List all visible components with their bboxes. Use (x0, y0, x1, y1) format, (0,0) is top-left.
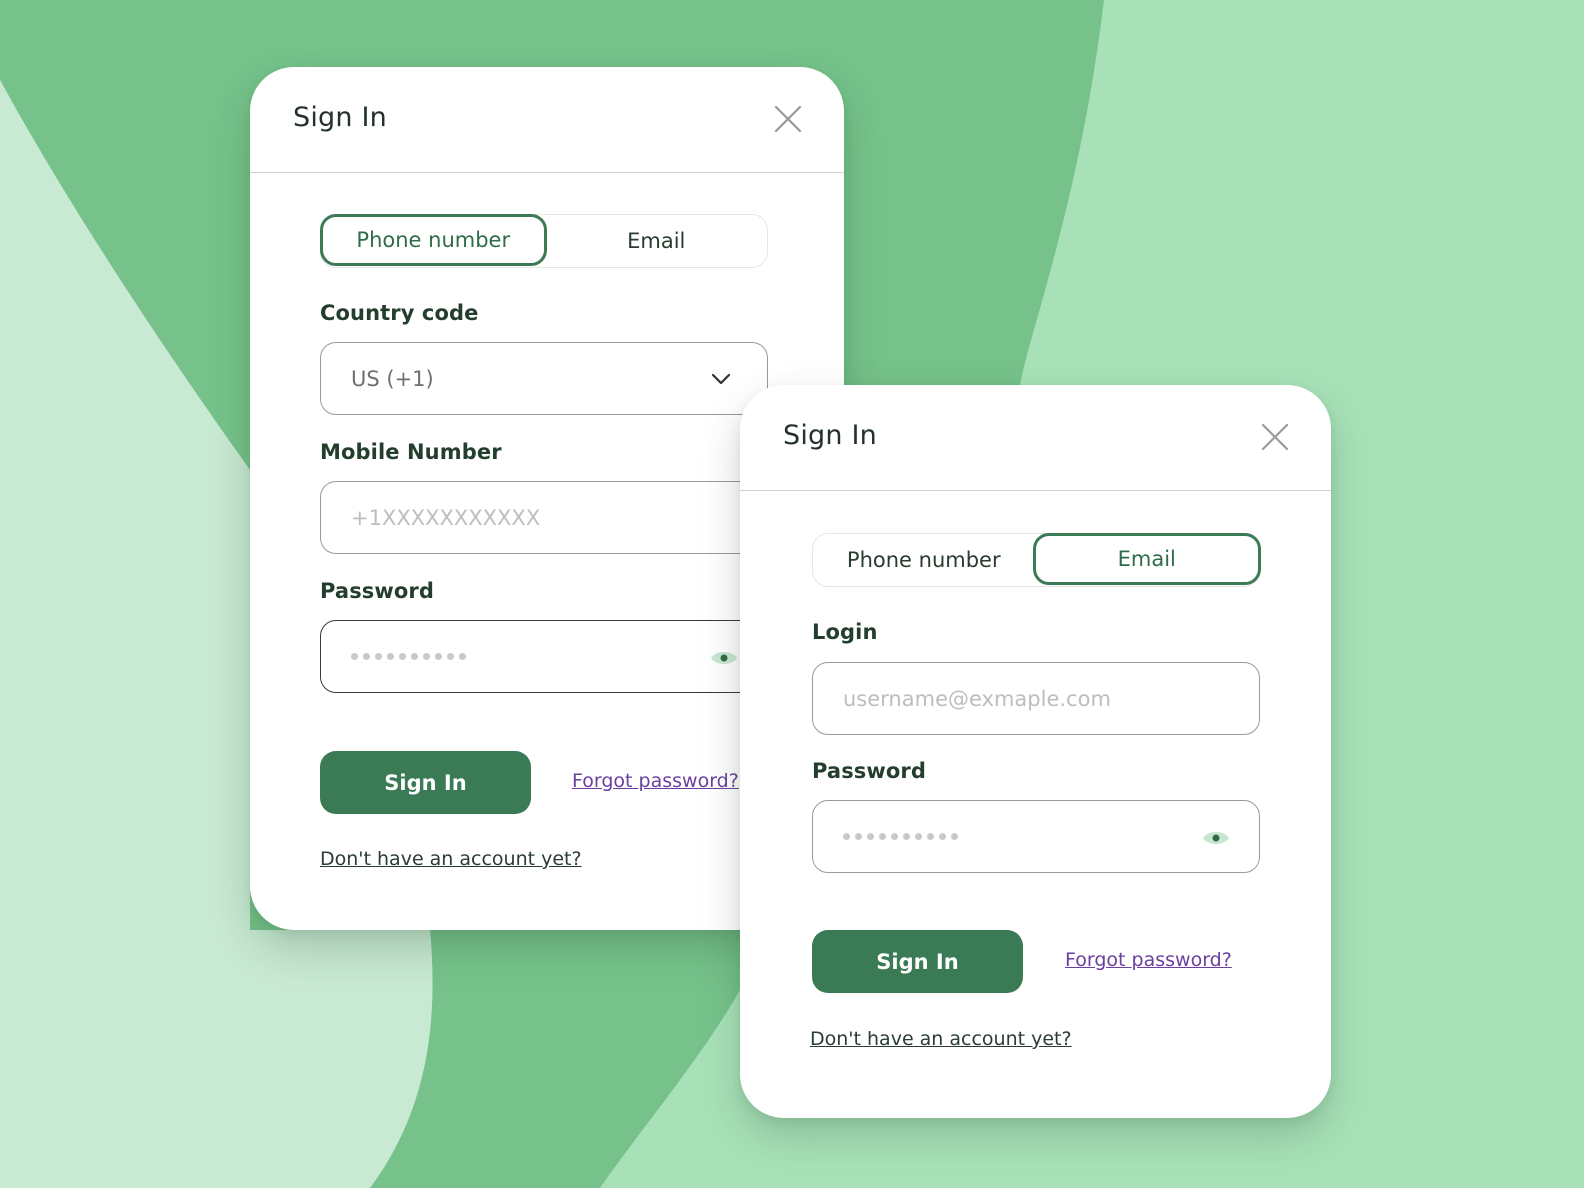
card-header: Sign In (740, 385, 1331, 491)
login-placeholder: username@exmaple.com (843, 686, 1111, 711)
sign-in-card-email: Sign In Phone number Email Login usernam… (740, 385, 1331, 1118)
close-icon[interactable] (1259, 421, 1291, 453)
forgot-password-link[interactable]: Forgot password? (1065, 949, 1232, 971)
eye-icon[interactable] (709, 643, 739, 673)
password-mask (843, 833, 958, 840)
country-code-select[interactable]: US (+1) (320, 342, 768, 415)
password-input[interactable] (812, 800, 1260, 873)
tab-email[interactable]: Email (546, 215, 768, 267)
password-mask (351, 653, 466, 660)
password-label: Password (320, 579, 435, 603)
card-title: Sign In (783, 420, 877, 451)
card-header: Sign In (250, 67, 844, 173)
tab-email[interactable]: Email (1033, 532, 1261, 585)
tab-phone-number[interactable]: Phone number (319, 213, 547, 266)
country-code-label: Country code (320, 301, 479, 325)
card-title: Sign In (293, 102, 387, 133)
tab-phone-number[interactable]: Phone number (813, 534, 1035, 586)
login-method-toggle: Phone number Email (812, 532, 1261, 587)
login-method-toggle: Phone number Email (319, 213, 768, 268)
mobile-number-label: Mobile Number (320, 440, 502, 464)
sign-in-button[interactable]: Sign In (812, 930, 1023, 993)
chevron-down-icon (711, 373, 731, 385)
eye-icon[interactable] (1201, 823, 1231, 853)
login-input[interactable]: username@exmaple.com (812, 662, 1260, 735)
sign-up-link[interactable]: Don't have an account yet? (320, 848, 582, 870)
sign-in-button[interactable]: Sign In (320, 751, 531, 814)
password-label: Password (812, 759, 927, 783)
close-icon[interactable] (772, 103, 804, 135)
country-code-value: US (+1) (351, 366, 434, 391)
login-label: Login (812, 620, 878, 644)
forgot-password-link[interactable]: Forgot password? (572, 770, 739, 792)
mobile-number-input[interactable]: +1XXXXXXXXXXX (320, 481, 768, 554)
password-input[interactable] (320, 620, 768, 693)
mobile-number-placeholder: +1XXXXXXXXXXX (351, 505, 541, 530)
sign-up-link[interactable]: Don't have an account yet? (810, 1028, 1072, 1050)
